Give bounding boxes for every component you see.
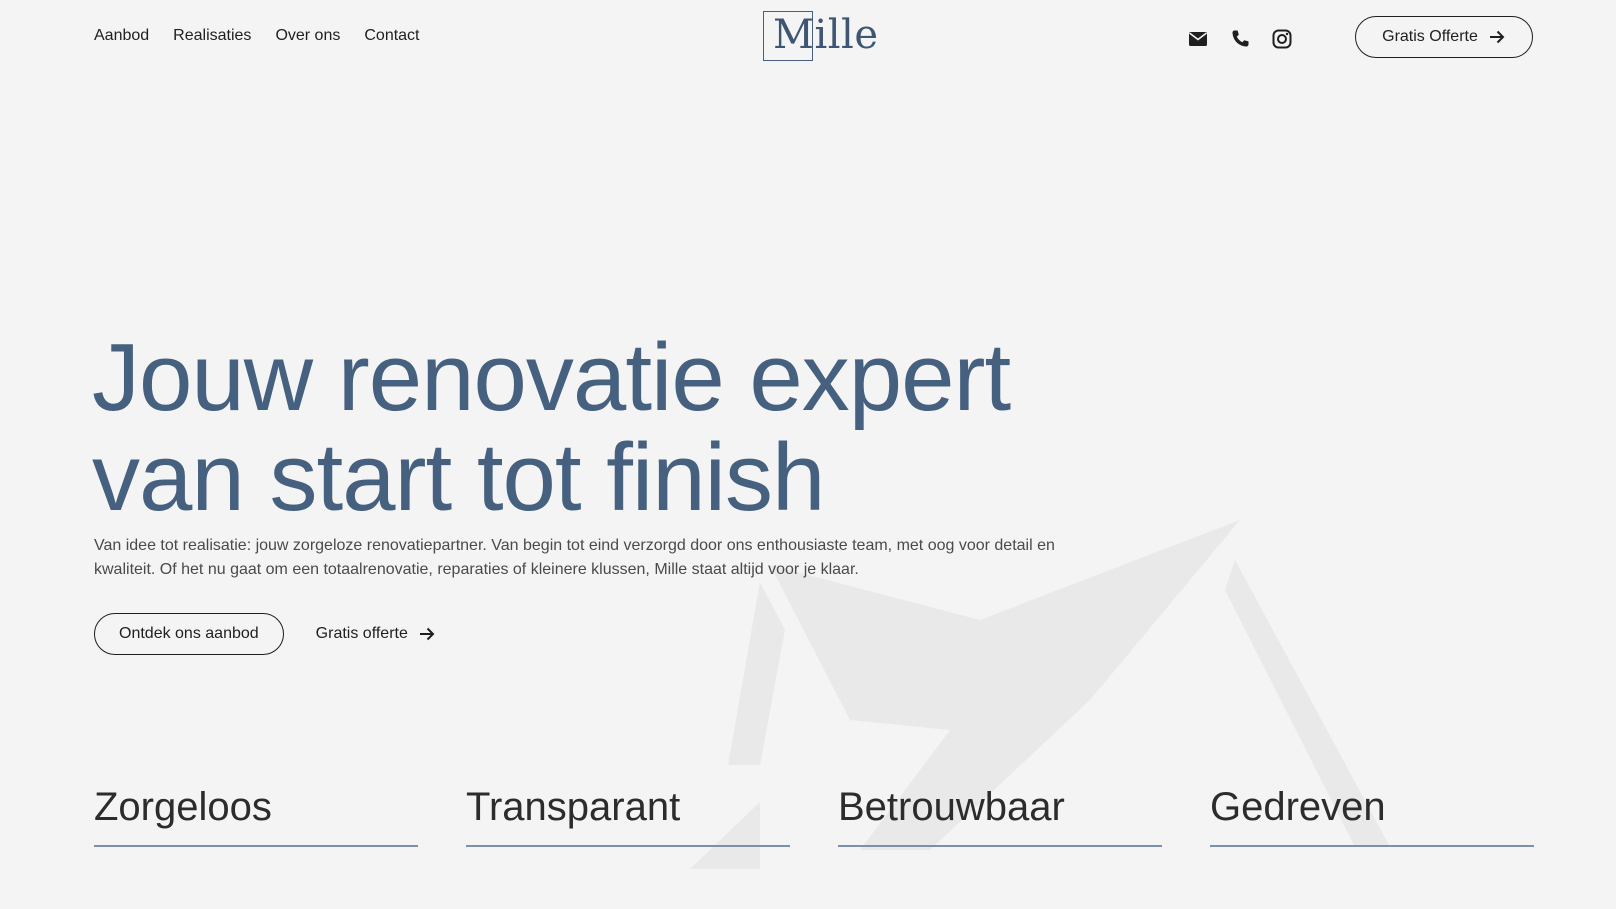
- value-title: Betrouwbaar: [838, 785, 1065, 829]
- phone-icon[interactable]: [1228, 27, 1252, 51]
- value-item-gedreven: Gedreven: [1210, 783, 1534, 847]
- nav-item-over-ons[interactable]: Over ons: [275, 27, 340, 45]
- hero-actions: Ontdek ons aanbod Gratis offerte: [94, 613, 436, 655]
- value-item-betrouwbaar: Betrouwbaar: [838, 783, 1162, 847]
- nav-item-realisaties[interactable]: Realisaties: [173, 27, 251, 45]
- hero-title: Jouw renovatie expert van start tot fini…: [92, 328, 1192, 528]
- hero-description: Van idee tot realisatie: jouw zorgeloze …: [94, 537, 1055, 578]
- arrow-right-icon: [419, 627, 435, 641]
- site-header: Aanbod Realisaties Over ons Contact Mill…: [0, 0, 1616, 76]
- value-title: Transparant: [466, 785, 681, 829]
- gratis-offerte-link-label: Gratis offerte: [315, 625, 408, 642]
- value-title: Gedreven: [1210, 785, 1386, 829]
- mail-icon[interactable]: [1186, 27, 1210, 51]
- gratis-offerte-link[interactable]: Gratis offerte: [316, 625, 436, 643]
- arrow-right-icon: [1489, 30, 1505, 44]
- main-nav: Aanbod Realisaties Over ons Contact: [94, 27, 420, 45]
- nav-item-aanbod[interactable]: Aanbod: [94, 27, 149, 45]
- hero-title-line-1: Jouw renovatie expert: [92, 324, 1011, 431]
- social-links: [1186, 27, 1294, 51]
- value-title: Zorgeloos: [94, 785, 272, 829]
- header-cta-label: Gratis Offerte: [1382, 28, 1478, 45]
- values-section: Zorgeloos Transparant Betrouwbaar Gedrev…: [94, 783, 1534, 847]
- instagram-icon[interactable]: [1270, 27, 1294, 51]
- logo-text: Mille: [773, 12, 879, 58]
- value-item-transparant: Transparant: [466, 783, 790, 847]
- header-gratis-offerte-button[interactable]: Gratis Offerte: [1355, 16, 1533, 58]
- value-item-zorgeloos: Zorgeloos: [94, 783, 418, 847]
- nav-item-contact[interactable]: Contact: [364, 27, 419, 45]
- ontdek-aanbod-button[interactable]: Ontdek ons aanbod: [94, 613, 284, 655]
- hero-title-line-2: van start tot finish: [92, 424, 825, 531]
- logo[interactable]: Mille: [763, 11, 878, 63]
